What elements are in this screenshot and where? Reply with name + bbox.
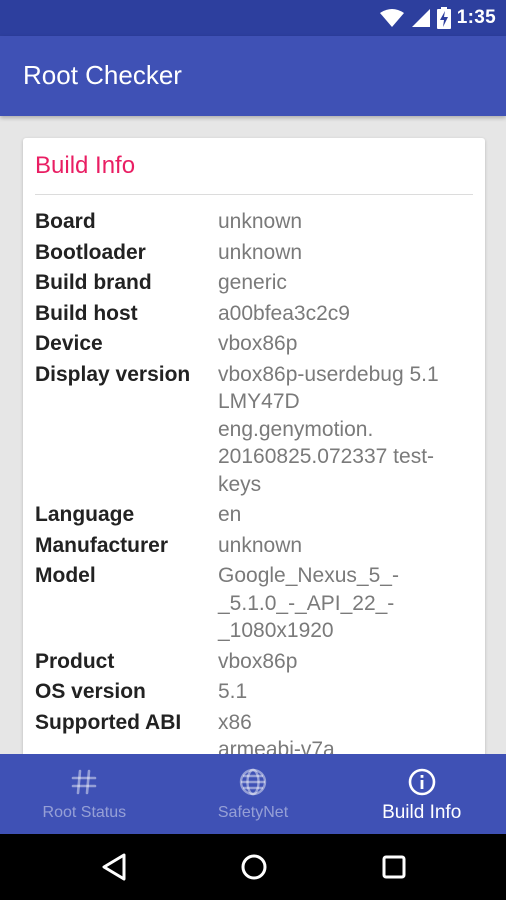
- wifi-icon: [379, 9, 404, 27]
- row-label: Model: [35, 564, 96, 587]
- row-value: Google_Nexus_5_- _5.1.0_-_API_22_- _1080…: [218, 564, 399, 642]
- nav-tab-build-info[interactable]: Build Info: [337, 754, 506, 834]
- row-value: vbox86p: [218, 332, 298, 355]
- row-value: vbox86p-userdebug 5.1 LMY47D eng.genymot…: [218, 362, 439, 496]
- row-value: x86 armeabi-v7a: [218, 710, 335, 755]
- row-label: Display version: [35, 362, 191, 386]
- divider: [35, 194, 473, 195]
- hash-icon: [68, 766, 100, 798]
- cell-signal-icon: [411, 9, 430, 27]
- row-label: Board: [35, 210, 96, 233]
- row-value: unknown: [218, 210, 303, 233]
- nav-label: Root Status: [42, 804, 127, 821]
- nav-label: Build Info: [382, 802, 462, 823]
- row-value: a00bfea3c2c9: [218, 301, 350, 325]
- row-value: unknown: [218, 533, 303, 557]
- content-scroll-area[interactable]: Build Info Board unknown Bootloader unkn…: [0, 116, 506, 754]
- info-row-product: Product vbox86p: [35, 648, 475, 676]
- info-row-model: Model Google_Nexus_5_- _5.1.0_-_API_22_-…: [35, 562, 475, 645]
- bottom-navigation: Root Status SafetyNet Build Info: [0, 754, 506, 834]
- status-icons: 1:35: [379, 7, 496, 29]
- info-icon: [406, 766, 438, 798]
- info-row-bootloader: Bootloader unknown: [35, 239, 475, 267]
- back-icon[interactable]: [100, 852, 128, 882]
- battery-charging-icon: [436, 7, 451, 29]
- row-value: unknown: [218, 240, 303, 264]
- system-navigation-bar: [0, 834, 506, 900]
- row-value: generic: [218, 271, 287, 294]
- info-row-language: Language en: [35, 501, 475, 529]
- row-label: Manufacturer: [35, 533, 169, 557]
- info-row-os-version: OS version 5.1: [35, 678, 475, 706]
- build-info-list: Board unknown Bootloader unknown Build b…: [35, 208, 475, 754]
- info-row-build-host: Build host a00bfea3c2c9: [35, 300, 475, 328]
- nav-tab-safetynet[interactable]: SafetyNet: [169, 754, 338, 834]
- nav-label: SafetyNet: [217, 804, 289, 821]
- row-label: OS version: [35, 680, 146, 703]
- status-time: 1:35: [456, 7, 496, 28]
- row-label: Device: [35, 332, 103, 355]
- info-row-device: Device vbox86p: [35, 330, 475, 358]
- row-value: en: [218, 503, 242, 526]
- row-label: Language: [35, 503, 135, 526]
- row-label: Build brand: [35, 271, 152, 294]
- app-bar: Root Checker: [0, 36, 506, 116]
- recents-icon[interactable]: [380, 852, 408, 882]
- nav-tab-root-status[interactable]: Root Status: [0, 754, 169, 834]
- row-value: 5.1: [218, 680, 248, 703]
- info-row-supported-abi: Supported ABI x86 armeabi-v7a: [35, 709, 475, 755]
- app-title: Root Checker: [23, 60, 182, 90]
- row-value: vbox86p: [218, 649, 298, 673]
- status-bar: 1:35: [0, 0, 506, 36]
- row-label: Supported ABI: [35, 710, 182, 734]
- row-label: Bootloader: [35, 240, 146, 264]
- build-info-card: Build Info Board unknown Bootloader unkn…: [23, 138, 485, 754]
- globe-icon: [237, 766, 269, 798]
- info-row-build-brand: Build brand generic: [35, 269, 475, 297]
- info-row-display-version: Display version vbox86p-userdebug 5.1 LM…: [35, 361, 475, 499]
- home-icon[interactable]: [239, 852, 269, 882]
- info-row-manufacturer: Manufacturer unknown: [35, 532, 475, 560]
- row-label: Build host: [35, 301, 138, 325]
- row-label: Product: [35, 649, 115, 673]
- info-row-board: Board unknown: [35, 208, 475, 236]
- card-title: Build Info: [35, 152, 136, 179]
